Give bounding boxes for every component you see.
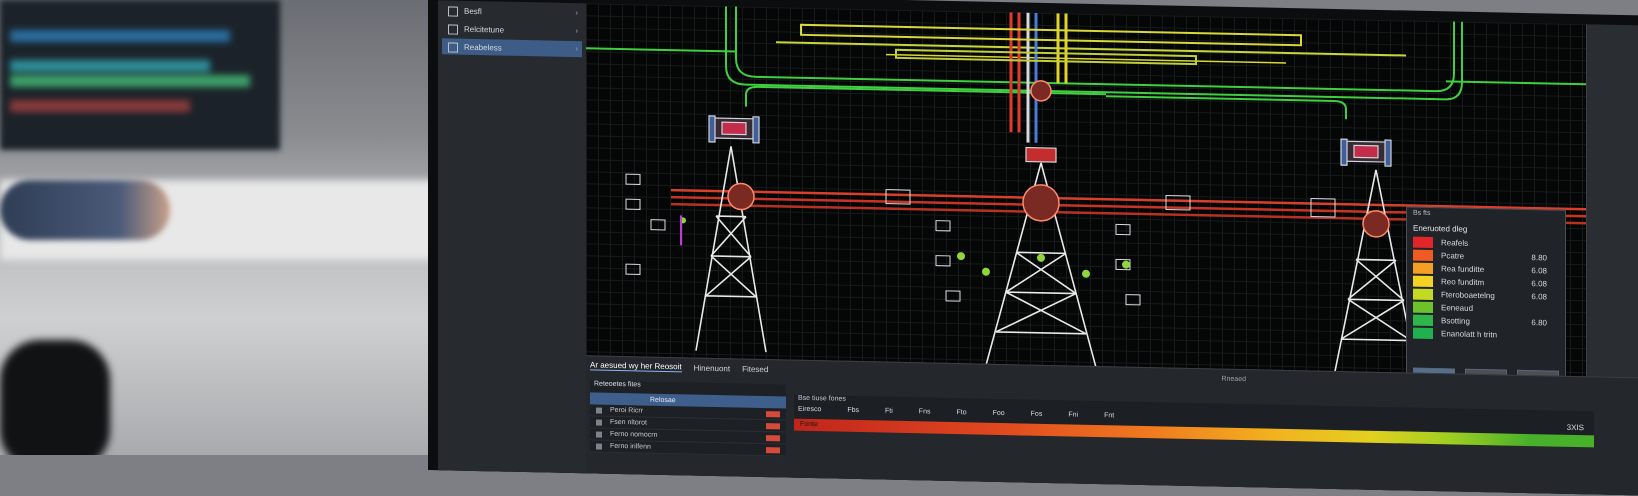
left-data-table: Reteoetes fites Relosae Peroi Ricrr Fsen…	[590, 380, 786, 457]
screen: Besfl › Relcitetune › Reabeless › Bs fts…	[438, 0, 1638, 496]
legend-label: Eeneaud	[1441, 303, 1474, 313]
folder-icon	[448, 42, 458, 53]
legend-swatch	[1413, 327, 1433, 340]
tab-hinenuont[interactable]: Hinenuont	[694, 363, 730, 373]
nav-item-relcitetune[interactable]: Relcitetune ›	[442, 20, 582, 39]
legend-value: 6.08	[1531, 292, 1547, 302]
chevron-right-icon: ›	[575, 8, 578, 18]
legend-swatch	[1413, 262, 1433, 275]
nav-item-label: Relcitetune	[464, 24, 505, 35]
bottom-panel: Ar aesued wy her Reosoit Hinenuont Fites…	[586, 355, 1638, 496]
nav-item-label: Besfl	[464, 6, 482, 16]
nav-item-label: Reabeless	[464, 42, 502, 53]
left-panel: Besfl › Relcitetune › Reabeless ›	[438, 0, 587, 474]
tab-reports[interactable]: Ar aesued wy her Reosoit	[590, 360, 682, 373]
legend-value: 8.80	[1531, 253, 1547, 263]
legend-value: 6.80	[1531, 318, 1547, 328]
chevron-right-icon: ›	[575, 44, 578, 54]
header-cell: Fnt	[1104, 412, 1115, 420]
left-table-header-cell: Relosae	[650, 396, 676, 404]
background-person-arm	[0, 180, 170, 240]
header-cell: Fbs	[847, 406, 860, 415]
chevron-right-icon: ›	[575, 26, 578, 36]
legend-label: Enanolatt h tritn	[1441, 329, 1498, 340]
row-label: Peroi Ricrr	[610, 406, 644, 415]
row-icon	[596, 443, 602, 450]
header-cell: Fti	[885, 407, 893, 415]
header-cell: Fni	[1068, 411, 1079, 419]
row-icon	[596, 419, 602, 426]
legend-swatch	[1413, 275, 1433, 288]
legend-label: Reafels	[1441, 238, 1469, 248]
monitor: Besfl › Relcitetune › Reabeless › Bs fts…	[428, 0, 1638, 496]
folder-icon	[448, 6, 458, 17]
status-badge	[766, 446, 780, 453]
legend-label: Rea funditte	[1441, 264, 1485, 275]
header-cell: Fto	[956, 409, 967, 417]
transmission-towers	[695, 146, 1422, 377]
background-monitor	[0, 0, 280, 150]
right-data-table: Bse tiuse fones Eiresco Fbs Fti Fns Fto …	[794, 394, 1594, 448]
legend-swatch	[1413, 301, 1433, 314]
status-badge	[766, 422, 780, 429]
yellow-rails	[800, 23, 1302, 66]
nav-item-besfl[interactable]: Besfl ›	[442, 2, 582, 21]
folder-icon	[448, 24, 458, 35]
background-scene	[0, 0, 470, 455]
header-cell: Fos	[1030, 410, 1043, 418]
legend-row: Enanolatt h tritn	[1407, 327, 1565, 343]
insulator-assemblies	[708, 115, 1392, 167]
background-chair	[0, 340, 110, 455]
row-icon	[596, 407, 602, 414]
header-cell: Fns	[918, 408, 931, 416]
legend-label: Reo funditm	[1441, 277, 1485, 288]
status-text: Rneaed	[1221, 375, 1246, 383]
tab-fitesed[interactable]: Fitesed	[742, 364, 768, 374]
row-label: Ferno nomocrn	[610, 430, 658, 439]
legend-swatch	[1413, 236, 1433, 249]
corner-label: 3XIS	[1566, 422, 1584, 433]
legend-panel: Bs fts Eneruoted dleg Reafels Pcatre 8.8…	[1406, 206, 1566, 398]
legend-label: Pcatre	[1441, 251, 1465, 261]
status-badge	[766, 410, 780, 417]
row-icon	[596, 431, 602, 438]
center-conductors	[1009, 12, 1068, 143]
legend-value: 6.08	[1531, 279, 1547, 289]
legend-label: Fteroboaetelng	[1441, 290, 1495, 301]
row-label: Ferno irilfenn	[610, 442, 651, 451]
row-label: Fsen nltorot	[610, 418, 647, 427]
legend-swatch	[1413, 314, 1433, 327]
header-cell: Foo	[992, 409, 1005, 418]
status-badge	[766, 434, 780, 441]
nav-item-reabeless[interactable]: Reabeless ›	[442, 38, 582, 58]
legend-swatch	[1413, 288, 1433, 301]
header-cell: Eiresco	[798, 405, 822, 414]
green-conductors	[586, 6, 1586, 120]
legend-value: 6.08	[1531, 266, 1547, 276]
legend-label: Bsotting	[1441, 316, 1470, 326]
row-label: Fonte	[800, 420, 818, 429]
legend-swatch	[1413, 249, 1433, 262]
